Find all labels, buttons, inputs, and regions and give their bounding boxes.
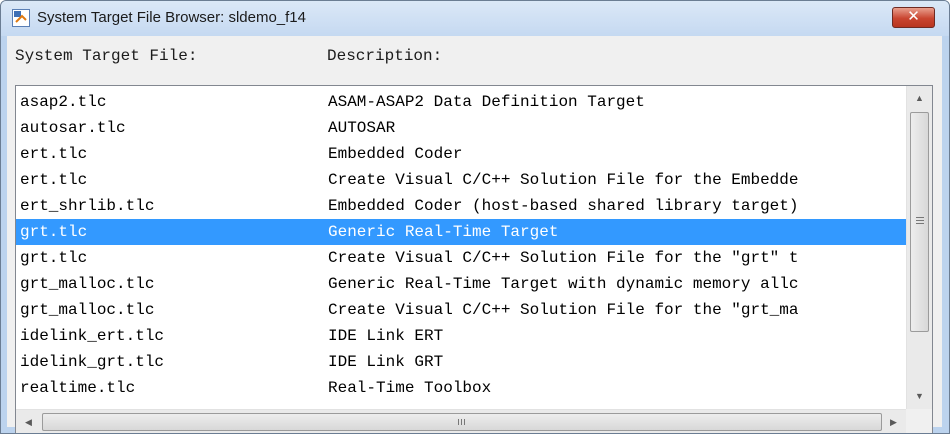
window-title: System Target File Browser: sldemo_f14 (37, 9, 306, 26)
target-description: Create Visual C/C++ Solution File for th… (328, 301, 799, 319)
target-file-name: ert.tlc (20, 145, 88, 163)
target-file-name: asap2.tlc (20, 93, 107, 111)
scroll-down-icon: ▼ (915, 391, 924, 401)
target-file-name: grt.tlc (20, 249, 88, 267)
column-header-file: System Target File: (15, 47, 198, 65)
target-file-name: grt_malloc.tlc (20, 301, 155, 319)
thumb-grip-line (916, 217, 924, 218)
horizontal-scroll-thumb[interactable] (42, 413, 882, 431)
list-item[interactable]: idelink_grt.tlc IDE Link GRT (16, 349, 906, 375)
app-window-icon (12, 9, 30, 27)
target-description: Embedded Coder (328, 145, 463, 163)
list-item[interactable]: grt_malloc.tlc Create Visual C/C++ Soluti… (16, 297, 906, 323)
scroll-left-button[interactable]: ◀ (16, 410, 41, 433)
target-description: AUTOSAR (328, 119, 396, 137)
target-description: Create Visual C/C++ Solution File for th… (328, 249, 799, 267)
target-description: Embedded Coder (host-based shared librar… (328, 197, 799, 215)
list-item[interactable]: asap2.tlc ASAM-ASAP2 Data Definition Targ… (16, 89, 906, 115)
thumb-grip-line (458, 419, 459, 425)
thumb-grip-line (916, 220, 924, 221)
target-file-name: ert.tlc (20, 171, 88, 189)
target-file-name: ert_shrlib.tlc (20, 197, 155, 215)
list-item[interactable]: ert.tlc Create Visual C/C++ Solution File… (16, 167, 906, 193)
target-description: ASAM-ASAP2 Data Definition Target (328, 93, 645, 111)
list-item[interactable]: grt_malloc.tlc Generic Real-Time Target w… (16, 271, 906, 297)
target-description: IDE Link ERT (328, 327, 444, 345)
list-item[interactable]: grt.tlc Create Visual C/C++ Solution File… (16, 245, 906, 271)
target-file-name: idelink_grt.tlc (20, 353, 165, 371)
target-file-name: grt.tlc (20, 223, 88, 241)
scrollbar-corner (906, 409, 932, 433)
thumb-grip-line (464, 419, 465, 425)
target-file-list[interactable]: asap2.tlc ASAM-ASAP2 Data Definition Targ… (15, 85, 933, 433)
scroll-left-icon: ◀ (25, 417, 32, 427)
vertical-scroll-thumb[interactable] (910, 112, 929, 332)
list-item[interactable]: idelink_ert.tlc IDE Link ERT (16, 323, 906, 349)
scroll-right-button[interactable]: ▶ (881, 410, 906, 433)
dialog-client-area: System Target File: Description: asap2.t… (7, 36, 942, 433)
list-item[interactable]: realtime.tlc Real-Time Toolbox (16, 375, 906, 401)
list-rows: asap2.tlc ASAM-ASAP2 Data Definition Targ… (16, 89, 906, 401)
list-item-selected[interactable]: grt.tlc Generic Real-Time Target (16, 219, 906, 245)
horizontal-scrollbar[interactable]: ◀ ▶ (16, 409, 906, 433)
target-file-name: autosar.tlc (20, 119, 126, 137)
target-description: Generic Real-Time Target with dynamic me… (328, 275, 799, 293)
title-bar[interactable]: System Target File Browser: sldemo_f14 ✕ (1, 1, 949, 36)
target-file-name: realtime.tlc (20, 379, 136, 397)
column-header-description: Description: (327, 47, 443, 65)
target-description: Generic Real-Time Target (328, 223, 559, 241)
target-file-name: grt_malloc.tlc (20, 275, 155, 293)
scroll-up-icon: ▲ (915, 93, 924, 103)
target-description: Create Visual C/C++ Solution File for th… (328, 171, 799, 189)
target-description: IDE Link GRT (328, 353, 444, 371)
list-item[interactable]: ert_shrlib.tlc Embedded Coder (host-based… (16, 193, 906, 219)
thumb-grip-line (916, 223, 924, 224)
list-item[interactable]: autosar.tlc AUTOSAR (16, 115, 906, 141)
list-item[interactable]: ert.tlc Embedded Coder (16, 141, 906, 167)
scroll-up-button[interactable]: ▲ (907, 86, 932, 110)
close-button[interactable]: ✕ (892, 7, 935, 28)
target-description: Real-Time Toolbox (328, 379, 492, 397)
target-file-name: idelink_ert.tlc (20, 327, 165, 345)
scroll-right-icon: ▶ (890, 417, 897, 427)
dialog-window: System Target File Browser: sldemo_f14 ✕… (0, 0, 950, 434)
close-icon: ✕ (907, 8, 920, 25)
scroll-down-button[interactable]: ▼ (907, 384, 932, 408)
vertical-scrollbar[interactable]: ▲ ▼ (906, 86, 932, 409)
thumb-grip-line (461, 419, 462, 425)
